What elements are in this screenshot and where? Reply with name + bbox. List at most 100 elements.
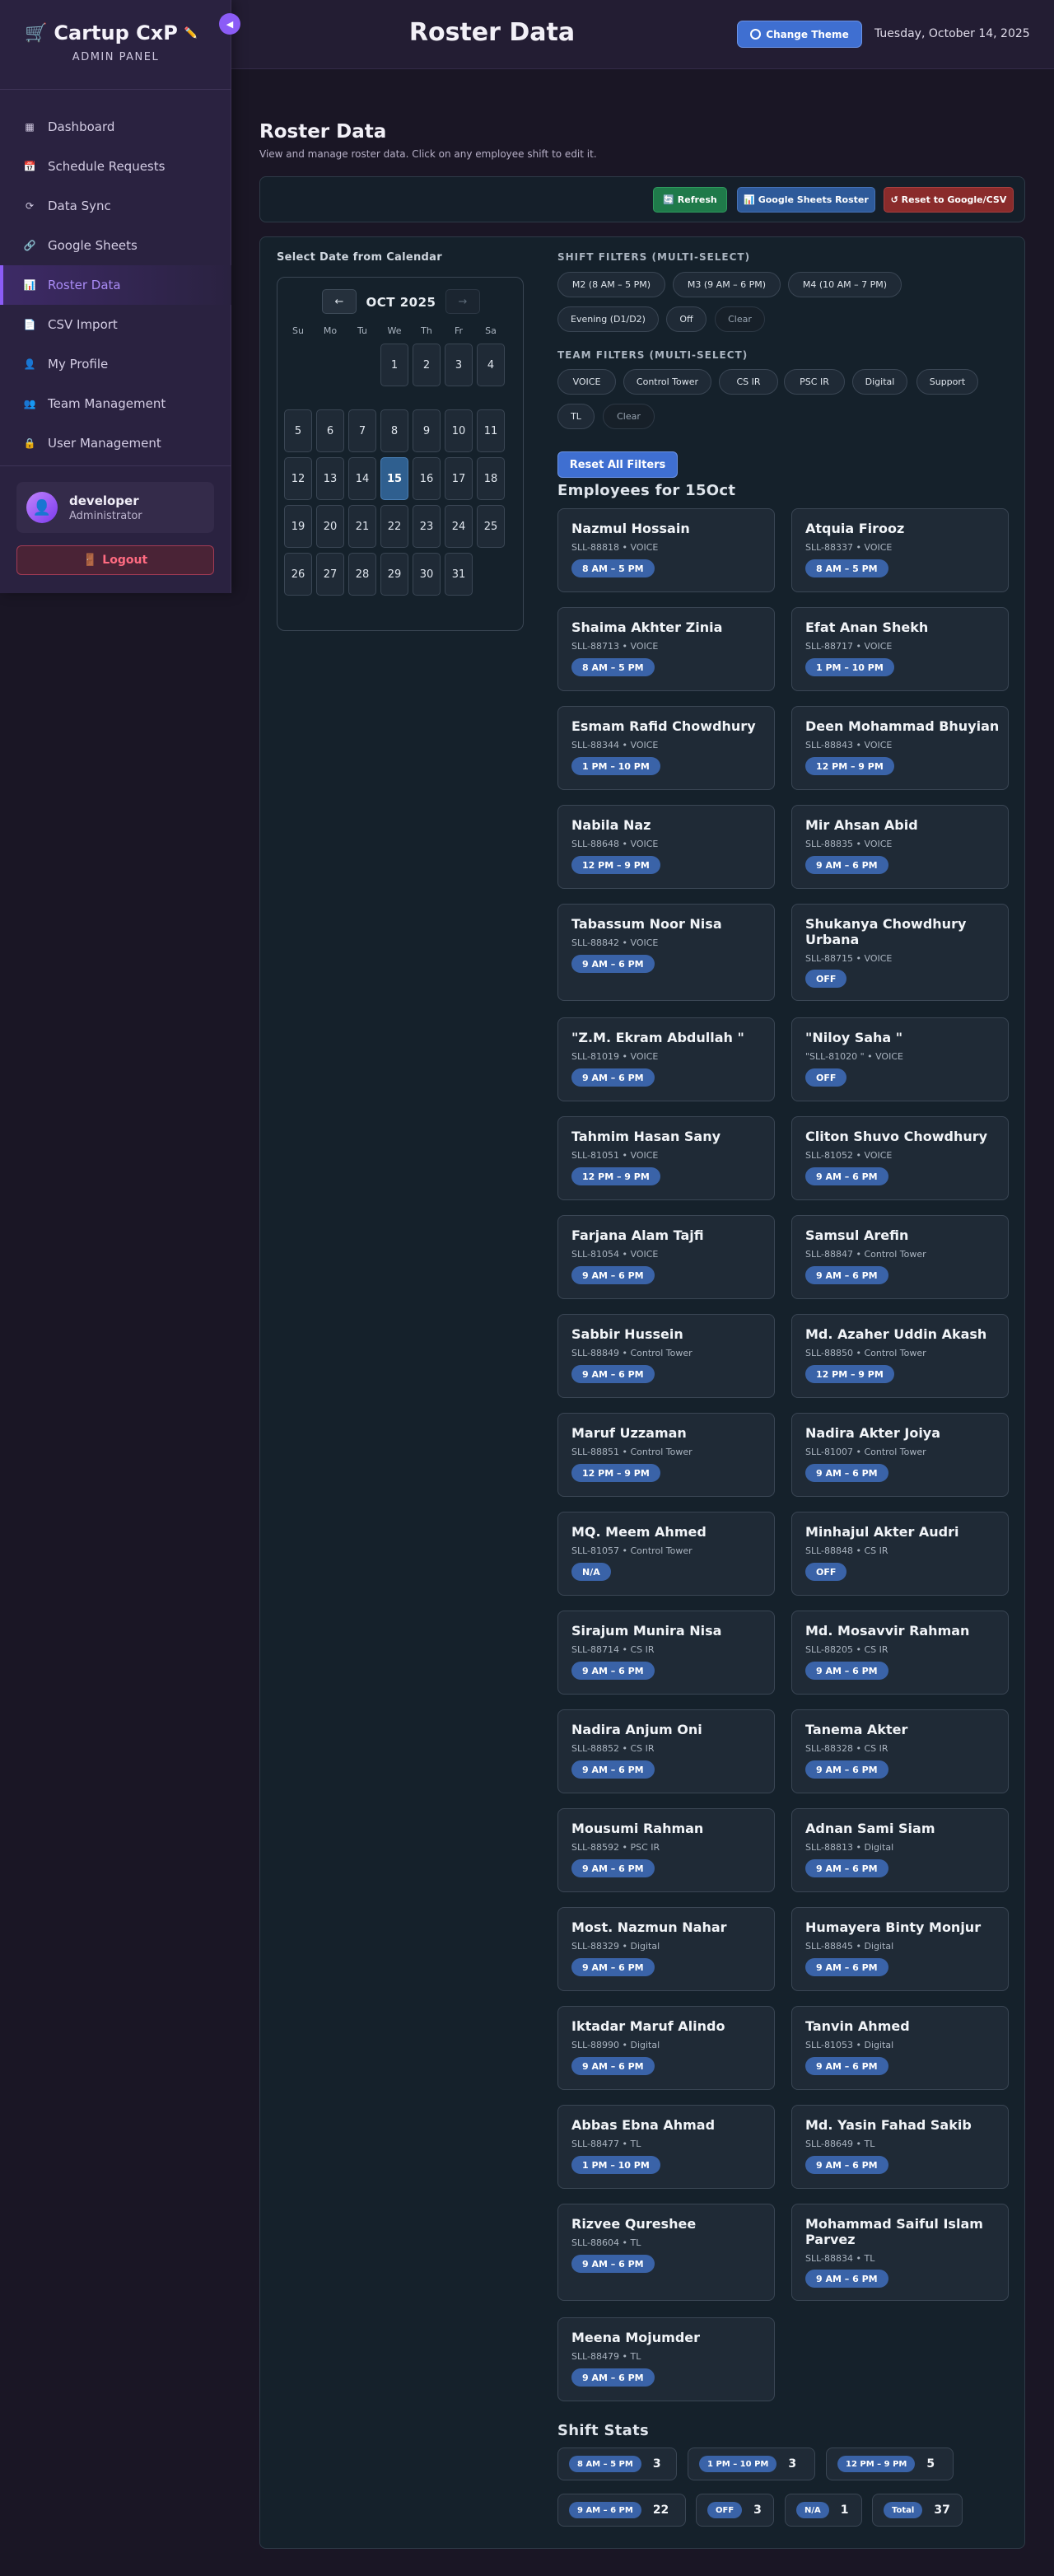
employee-card[interactable]: Samsul Arefin SLL-88847 • Control Tower 9 … (791, 1215, 1009, 1299)
calendar-day[interactable]: 26 (284, 553, 312, 596)
employee-card[interactable]: Minhajul Akter Audri SLL-88848 • CS IR OFF (791, 1512, 1009, 1596)
employee-card[interactable]: Maruf Uzzaman SLL-88851 • Control Tower 12… (557, 1413, 775, 1497)
shift-badge[interactable]: 12 PM – 9 PM (805, 757, 894, 775)
shift-badge[interactable]: 8 AM – 5 PM (571, 559, 655, 577)
calendar-day[interactable]: 29 (380, 553, 408, 596)
employee-card[interactable]: Mohammad Saiful Islam Parvez SLL-88834 • … (791, 2204, 1009, 2301)
employee-card[interactable]: Tanvin Ahmed SLL-81053 • Digital 9 AM – 6 … (791, 2006, 1009, 2090)
calendar-day[interactable]: 5 (284, 409, 312, 452)
google-sheets-roster-button[interactable]: 📊 Google Sheets Roster (737, 187, 875, 213)
shift-badge[interactable]: 9 AM – 6 PM (805, 1760, 888, 1779)
employee-card[interactable]: Tanema Akter SLL-88328 • CS IR 9 AM – 6 PM (791, 1709, 1009, 1793)
calendar-day[interactable]: 1 (380, 344, 408, 386)
calendar-day[interactable]: 3 (445, 344, 473, 386)
calendar-day[interactable]: 17 (445, 457, 473, 500)
shift-badge[interactable]: OFF (805, 970, 847, 988)
next-month-button[interactable]: → (445, 289, 480, 314)
calendar-day[interactable]: 13 (316, 457, 344, 500)
calendar-day[interactable]: 18 (477, 457, 505, 500)
sidebar-item-schedule-requests[interactable]: 📅 Schedule Requests (0, 147, 231, 186)
refresh-button[interactable]: 🔄 Refresh (653, 187, 727, 213)
employee-card[interactable]: Nadira Akter Joiya SLL-81007 • Control To… (791, 1413, 1009, 1497)
shift-badge[interactable]: 9 AM – 6 PM (571, 1958, 655, 1976)
shift-badge[interactable]: 9 AM – 6 PM (805, 1958, 888, 1976)
employee-card[interactable]: Nadira Anjum Oni SLL-88852 • CS IR 9 AM – … (557, 1709, 775, 1793)
shift-badge[interactable]: 9 AM – 6 PM (805, 2270, 888, 2288)
calendar-day[interactable]: 31 (445, 553, 473, 596)
shift-filter-chip[interactable]: M4 (10 AM – 7 PM) (788, 272, 902, 297)
shift-badge[interactable]: 9 AM – 6 PM (571, 1859, 655, 1877)
calendar-day[interactable]: 15 (380, 457, 408, 500)
calendar-day[interactable]: 22 (380, 505, 408, 548)
employee-card[interactable]: Sirajum Munira Nisa SLL-88714 • CS IR 9 AM… (557, 1611, 775, 1695)
sidebar-item-my-profile[interactable]: 👤 My Profile (0, 344, 231, 384)
shift-badge[interactable]: 8 AM – 5 PM (805, 559, 888, 577)
team-filter-chip[interactable]: PSC IR (784, 369, 845, 395)
employee-card[interactable]: Md. Yasin Fahad Sakib SLL-88649 • TL 9 AM … (791, 2105, 1009, 2189)
shift-filter-chip[interactable]: Evening (D1/D2) (557, 306, 659, 332)
employee-card[interactable]: Mousumi Rahman SLL-88592 • PSC IR 9 AM – 6… (557, 1808, 775, 1892)
employee-card[interactable]: Iktadar Maruf Alindo SLL-88990 • Digital 9… (557, 2006, 775, 2090)
calendar-day[interactable]: 8 (380, 409, 408, 452)
calendar-day[interactable]: 16 (413, 457, 441, 500)
shift-badge[interactable]: 9 AM – 6 PM (571, 2255, 655, 2273)
employee-card[interactable]: Cliton Shuvo Chowdhury SLL-81052 • VOICE 9… (791, 1116, 1009, 1200)
pencil-icon[interactable]: ✏️ (184, 27, 198, 40)
employee-card[interactable]: "Niloy Saha " "SLL-81020 " • VOICE OFF (791, 1017, 1009, 1101)
employee-card[interactable]: Nabila Naz SLL-88648 • VOICE 12 PM – 9 PM (557, 805, 775, 889)
shift-filter-clear-button[interactable]: Clear (715, 306, 765, 332)
shift-badge[interactable]: 9 AM – 6 PM (805, 1662, 888, 1680)
shift-badge[interactable]: 9 AM – 6 PM (805, 2057, 888, 2075)
employee-card[interactable]: Tahmim Hasan Sany SLL-81051 • VOICE 12 PM … (557, 1116, 775, 1200)
calendar-day[interactable]: 10 (445, 409, 473, 452)
logout-button[interactable]: 🚪 Logout (16, 545, 214, 575)
employee-card[interactable]: Adnan Sami Siam SLL-88813 • Digital 9 AM –… (791, 1808, 1009, 1892)
employee-card[interactable]: Atquia Firooz SLL-88337 • VOICE 8 AM – 5 P… (791, 508, 1009, 592)
shift-badge[interactable]: N/A (571, 1563, 611, 1581)
prev-month-button[interactable]: ← (322, 289, 357, 314)
employee-card[interactable]: Humayera Binty Monjur SLL-88845 • Digital… (791, 1907, 1009, 1991)
team-filter-chip[interactable]: VOICE (557, 369, 616, 395)
change-theme-button[interactable]: Change Theme (737, 21, 862, 48)
shift-badge[interactable]: 12 PM – 9 PM (571, 1464, 660, 1482)
shift-badge[interactable]: 1 PM – 10 PM (571, 2156, 660, 2174)
calendar-day[interactable]: 28 (348, 553, 376, 596)
employee-card[interactable]: Md. Azaher Uddin Akash SLL-88850 • Contro… (791, 1314, 1009, 1398)
calendar-day[interactable]: 19 (284, 505, 312, 548)
shift-badge[interactable]: 9 AM – 6 PM (805, 1266, 888, 1284)
shift-badge[interactable]: 12 PM – 9 PM (571, 1167, 660, 1185)
shift-badge[interactable]: 9 AM – 6 PM (805, 1859, 888, 1877)
employee-card[interactable]: Abbas Ebna Ahmad SLL-88477 • TL 1 PM – 10 … (557, 2105, 775, 2189)
sidebar-item-roster-data[interactable]: 📊 Roster Data (0, 265, 231, 305)
calendar-day[interactable]: 20 (316, 505, 344, 548)
employee-card[interactable]: Meena Mojumder SLL-88479 • TL 9 AM – 6 PM (557, 2317, 775, 2401)
reset-to-google-csv-button[interactable]: ↺ Reset to Google/CSV (884, 187, 1014, 213)
employee-card[interactable]: Shaima Akhter Zinia SLL-88713 • VOICE 8 AM… (557, 607, 775, 691)
team-filter-clear-button[interactable]: Clear (603, 404, 655, 429)
reset-all-filters-button[interactable]: Reset All Filters (557, 451, 678, 478)
employee-card[interactable]: Esmam Rafid Chowdhury SLL-88344 • VOICE 1 … (557, 706, 775, 790)
calendar-day[interactable]: 2 (413, 344, 441, 386)
shift-badge[interactable]: 9 AM – 6 PM (805, 2156, 888, 2174)
employee-card[interactable]: Deen Mohammad Bhuyian SLL-88843 • VOICE 12… (791, 706, 1009, 790)
shift-badge[interactable]: 1 PM – 10 PM (805, 658, 894, 676)
shift-badge[interactable]: 9 AM – 6 PM (805, 1464, 888, 1482)
shift-badge[interactable]: 9 AM – 6 PM (805, 856, 888, 874)
team-filter-chip[interactable]: TL (557, 404, 595, 429)
shift-badge[interactable]: OFF (805, 1563, 847, 1581)
calendar-day[interactable]: 21 (348, 505, 376, 548)
shift-filter-chip[interactable]: M2 (8 AM – 5 PM) (557, 272, 665, 297)
calendar-day[interactable]: 14 (348, 457, 376, 500)
calendar-day[interactable]: 9 (413, 409, 441, 452)
shift-badge[interactable]: 9 AM – 6 PM (805, 1167, 888, 1185)
shift-badge[interactable]: 1 PM – 10 PM (571, 757, 660, 775)
shift-badge[interactable]: 9 AM – 6 PM (571, 1662, 655, 1680)
calendar-day[interactable]: 4 (477, 344, 505, 386)
calendar-day[interactable]: 6 (316, 409, 344, 452)
calendar-day[interactable]: 12 (284, 457, 312, 500)
sidebar-item-csv-import[interactable]: 📄 CSV Import (0, 305, 231, 344)
shift-badge[interactable]: 12 PM – 9 PM (805, 1365, 894, 1383)
shift-badge[interactable]: 8 AM – 5 PM (571, 658, 655, 676)
sidebar-item-team-management[interactable]: 👥 Team Management (0, 384, 231, 423)
sidebar-item-data-sync[interactable]: ⟳ Data Sync (0, 186, 231, 226)
